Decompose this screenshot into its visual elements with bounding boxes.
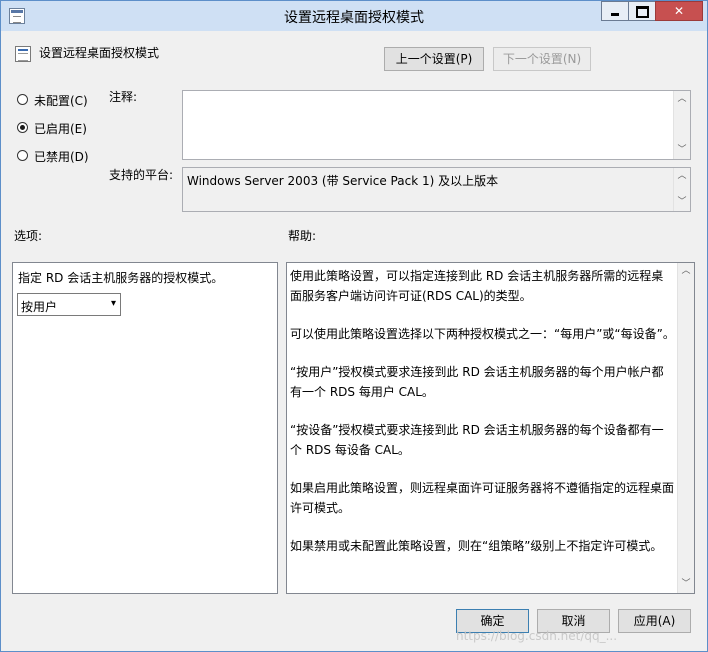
help-paragraph: 如果启用此策略设置，则远程桌面许可证服务器将不遵循指定的远程桌面许可模式。 bbox=[290, 481, 675, 515]
chevron-down-icon: ▾ bbox=[110, 298, 116, 309]
options-description: 指定 RD 会话主机服务器的授权模式。 bbox=[18, 271, 224, 285]
platform-value: Windows Server 2003 (带 Service Pack 1) 及… bbox=[187, 174, 499, 188]
platform-field: Windows Server 2003 (带 Service Pack 1) 及… bbox=[182, 167, 691, 212]
comment-textarea[interactable]: ︿ ﹀ bbox=[182, 90, 691, 160]
help-label: 帮助: bbox=[288, 229, 317, 243]
scroll-up-icon[interactable]: ︿ bbox=[678, 263, 694, 280]
scroll-down-icon[interactable]: ﹀ bbox=[678, 576, 694, 593]
comment-scrollbar[interactable]: ︿ ﹀ bbox=[673, 91, 690, 159]
apply-button[interactable]: 应用(A) bbox=[618, 609, 691, 633]
platform-scrollbar[interactable]: ︿ ﹀ bbox=[673, 168, 690, 211]
minimize-button[interactable] bbox=[601, 1, 629, 21]
help-panel: 使用此策略设置，可以指定连接到此 RD 会话主机服务器所需的远程桌面服务客户端访… bbox=[286, 262, 695, 594]
close-button[interactable]: ✕ bbox=[655, 1, 703, 21]
policy-name: 设置远程桌面授权模式 bbox=[39, 46, 160, 60]
licensing-mode-select[interactable]: 按用户 ▾ bbox=[17, 293, 121, 316]
title-bar[interactable]: 设置远程桌面授权模式 ✕ bbox=[1, 1, 707, 31]
options-label: 选项: bbox=[14, 229, 43, 243]
radio-indicator bbox=[17, 94, 28, 105]
radio-label: 已禁用(D) bbox=[34, 150, 89, 164]
scroll-down-icon[interactable]: ﹀ bbox=[674, 142, 690, 159]
watermark-text: https://blog.csdn.net/qq_... bbox=[456, 629, 618, 643]
help-paragraph: 使用此策略设置，可以指定连接到此 RD 会话主机服务器所需的远程桌面服务客户端访… bbox=[290, 269, 664, 303]
dialog-window: 设置远程桌面授权模式 ✕ 设置远程桌面授权模式 上一个设置(P) 下一个设置(N… bbox=[0, 0, 708, 652]
radio-indicator bbox=[17, 150, 28, 161]
scroll-up-icon[interactable]: ︿ bbox=[674, 91, 690, 108]
options-panel: 指定 RD 会话主机服务器的授权模式。 按用户 ▾ bbox=[12, 262, 278, 594]
help-paragraph: “按用户”授权模式要求连接到此 RD 会话主机服务器的每个用户帐户都有一个 RD… bbox=[290, 365, 664, 399]
scroll-up-icon[interactable]: ︿ bbox=[674, 168, 690, 185]
previous-setting-button[interactable]: 上一个设置(P) bbox=[384, 47, 484, 71]
help-paragraph: 如果禁用或未配置此策略设置，则在“组策略”级别上不指定许可模式。 bbox=[290, 539, 663, 553]
next-setting-button[interactable]: 下一个设置(N) bbox=[493, 47, 591, 71]
scroll-down-icon[interactable]: ﹀ bbox=[674, 194, 690, 211]
help-paragraph: “按设备”授权模式要求连接到此 RD 会话主机服务器的每个设备都有一个 RDS … bbox=[290, 423, 664, 457]
select-value: 按用户 bbox=[21, 300, 58, 314]
platform-label: 支持的平台: bbox=[109, 168, 174, 182]
help-scrollbar[interactable]: ︿ ﹀ bbox=[677, 263, 694, 593]
comment-label: 注释: bbox=[109, 90, 138, 104]
radio-indicator-selected bbox=[17, 122, 28, 133]
policy-setting-icon bbox=[15, 46, 31, 62]
radio-label: 未配置(C) bbox=[34, 94, 88, 108]
radio-label: 已启用(E) bbox=[34, 122, 87, 136]
help-paragraph: 可以使用此策略设置选择以下两种授权模式之一：“每用户”或“每设备”。 bbox=[290, 327, 675, 341]
close-icon: ✕ bbox=[673, 4, 685, 18]
maximize-button[interactable] bbox=[628, 1, 656, 21]
minimize-icon bbox=[611, 13, 619, 16]
maximize-icon bbox=[635, 5, 649, 18]
help-text: 使用此策略设置，可以指定连接到此 RD 会话主机服务器所需的远程桌面服务客户端访… bbox=[290, 266, 675, 574]
